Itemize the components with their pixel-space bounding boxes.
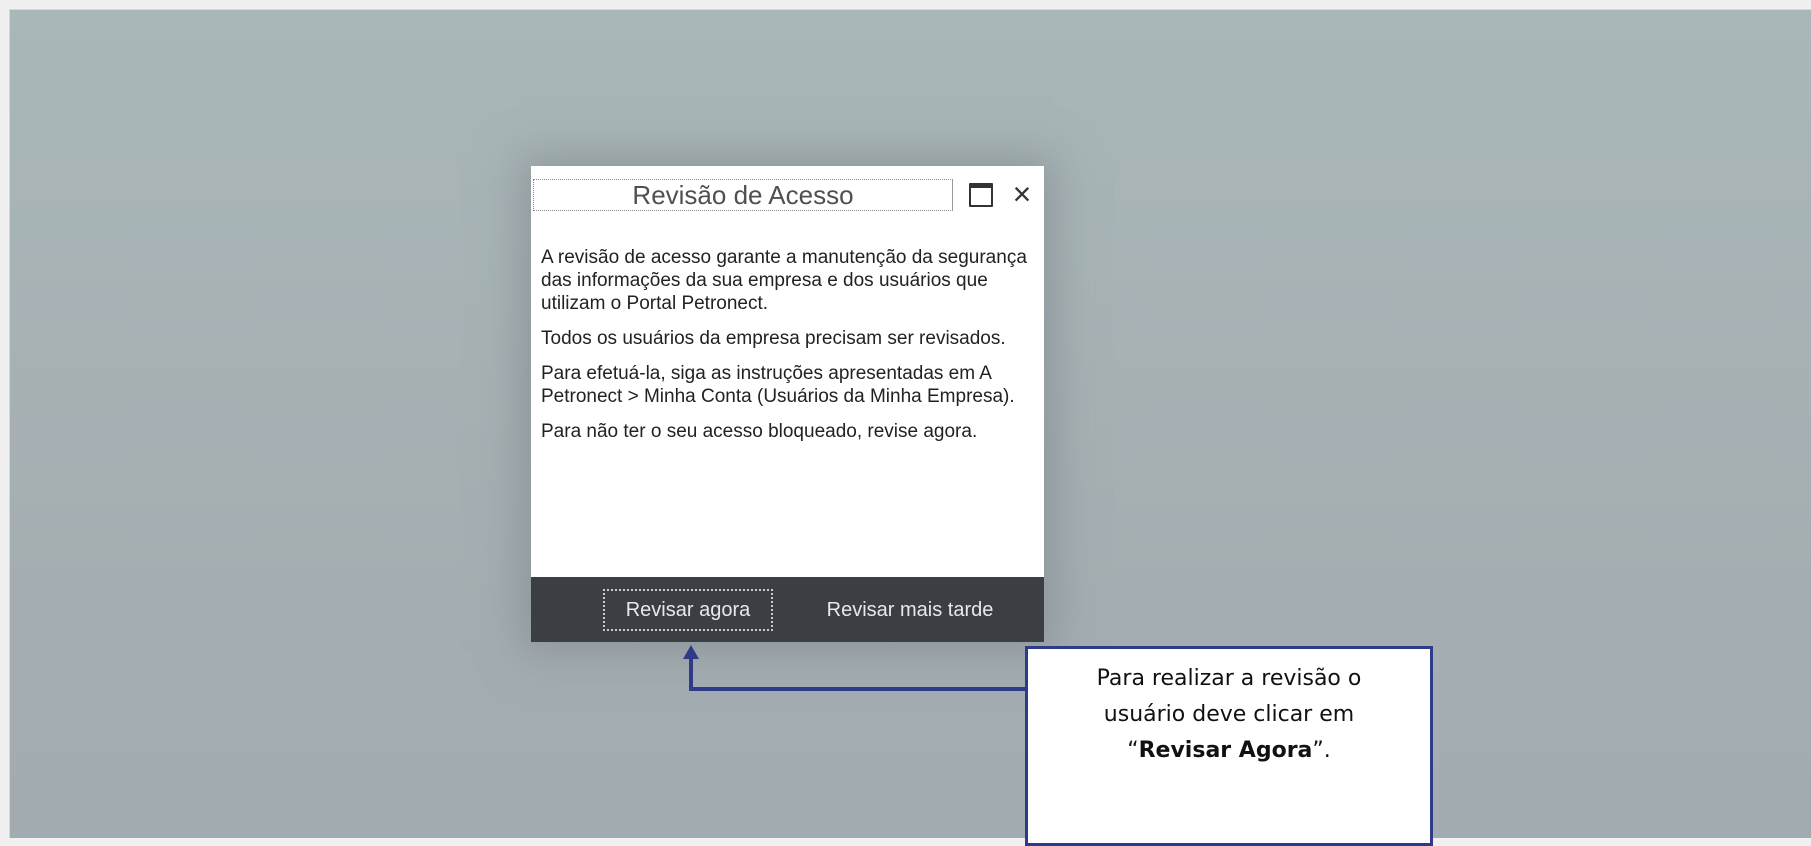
callout-line-1: Para realizar a revisão o — [1096, 666, 1362, 691]
instruction-callout: Para realizar a revisão o usuário deve c… — [1025, 646, 1433, 846]
close-icon[interactable]: × — [1007, 178, 1037, 210]
paragraph-warning: Para não ter o seu acesso bloqueado, rev… — [541, 421, 978, 442]
review-now-button[interactable]: Revisar agora — [603, 589, 773, 631]
review-later-button[interactable]: Revisar mais tarde — [795, 589, 1025, 631]
callout-quote-open: “ — [1127, 738, 1139, 763]
callout-line-3: “Revisar Agora”. — [1028, 733, 1430, 769]
arrow-horizontal — [689, 687, 1027, 691]
dialog-titlebar: Revisão de Acesso × — [531, 166, 1044, 234]
arrow-head — [683, 645, 699, 659]
paragraph-all-users: Todos os usuários da empresa precisam se… — [541, 328, 1006, 349]
callout-highlight: Revisar Agora — [1138, 738, 1313, 763]
callout-line-2: usuário deve clicar em — [1103, 702, 1355, 727]
dialog-content: A revisão de acesso garante a manutenção… — [541, 246, 1041, 455]
paragraph-instructions: Para efetuá-la, siga as instruções apres… — [541, 363, 1015, 407]
dialog-footer: Revisar agora Revisar mais tarde — [531, 577, 1044, 642]
access-review-dialog: Revisão de Acesso × A revisão de acesso … — [531, 166, 1044, 642]
callout-quote-close: ”. — [1312, 738, 1331, 763]
paragraph-intro: A revisão de acesso garante a manutenção… — [541, 247, 1027, 314]
arrow-vertical — [689, 657, 693, 691]
maximize-icon[interactable] — [969, 183, 993, 207]
dialog-title: Revisão de Acesso — [533, 179, 953, 211]
